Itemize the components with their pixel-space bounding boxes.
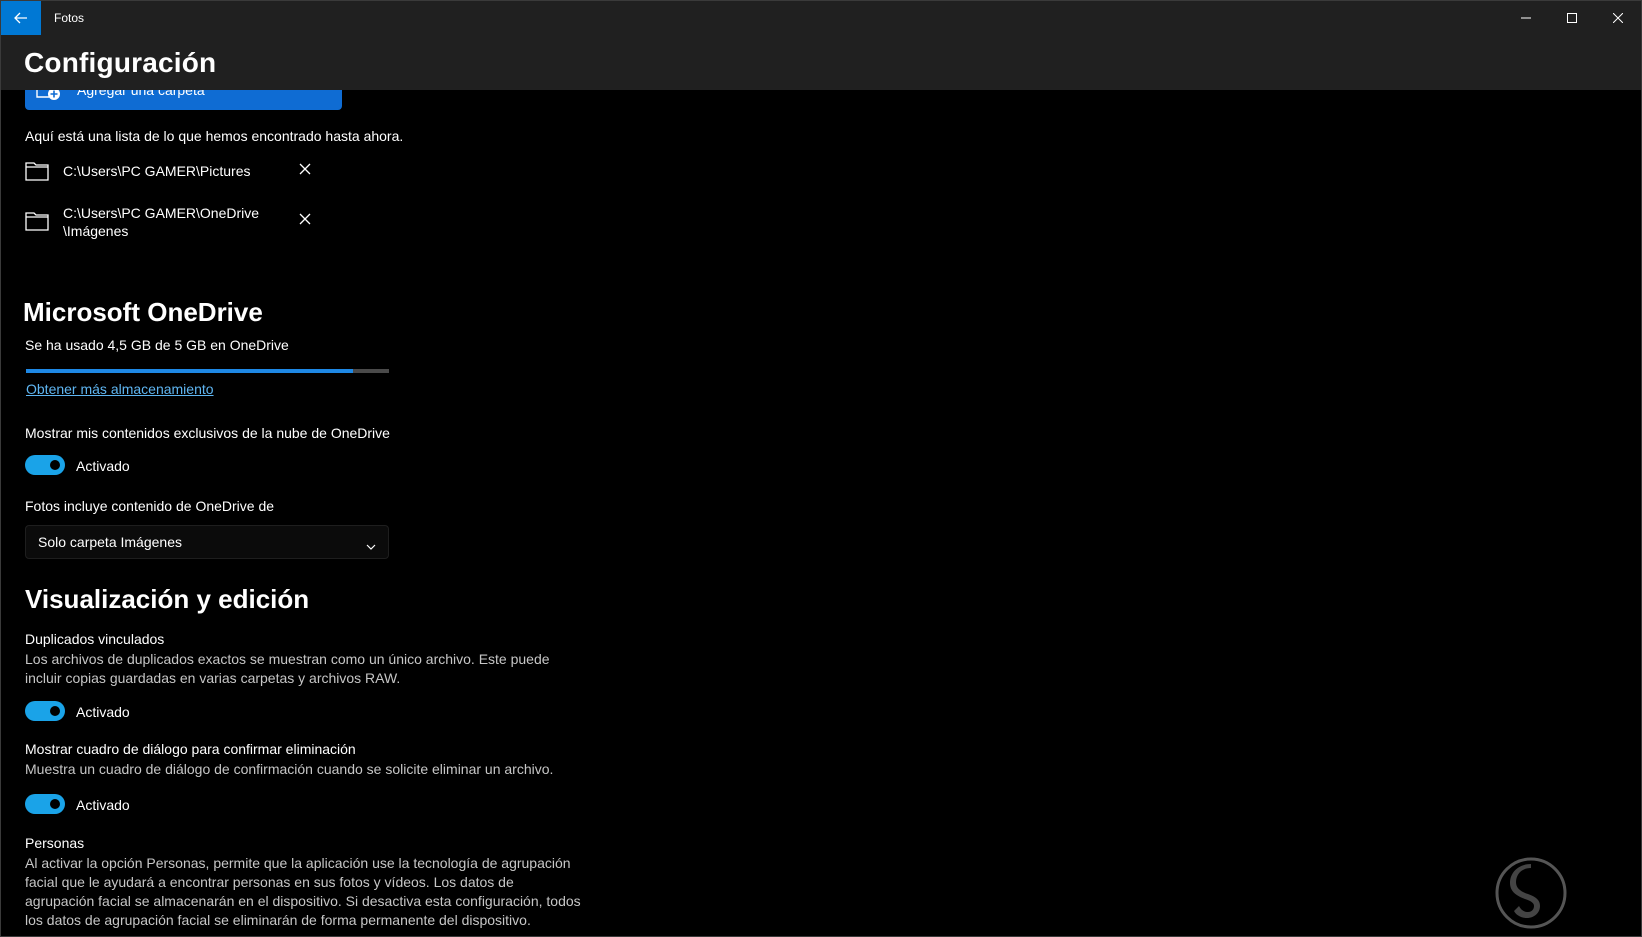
folders-intro: Aquí está una lista de lo que hemos enco… (25, 128, 404, 144)
get-more-storage-link[interactable]: Obtener más almacenamiento (26, 381, 214, 397)
chevron-down-icon (366, 537, 376, 555)
remove-folder-button[interactable] (295, 209, 315, 229)
watermark-logo (1494, 856, 1568, 930)
minimize-icon (1521, 17, 1531, 19)
confirm-delete-toggle[interactable] (25, 794, 65, 814)
description-line: incluir copias guardadas en varias carpe… (25, 670, 401, 686)
duplicates-title: Duplicados vinculados (25, 631, 165, 647)
description-line: los datos de agrupación facial se elimin… (25, 912, 531, 928)
onedrive-heading: Microsoft OneDrive (23, 297, 263, 327)
viewing-heading: Visualización y edición (25, 584, 310, 614)
duplicates-description: Los archivos de duplicados exactos se mu… (25, 650, 585, 688)
cloud-only-label: Mostrar mis contenidos exclusivos de la … (25, 425, 390, 441)
page-title: Configuración (24, 47, 217, 78)
title-bar: Fotos (1, 1, 1641, 35)
app-window: Agregar una carpeta Aquí está una lista … (0, 0, 1642, 937)
close-icon (299, 213, 311, 225)
close-icon (299, 163, 311, 175)
remove-folder-button[interactable] (295, 159, 315, 179)
folder-icon (25, 161, 49, 186)
page-header: Configuración (1, 35, 1641, 90)
toggle-knob (50, 706, 60, 716)
onedrive-source-dropdown[interactable]: Solo carpeta Imágenes (25, 525, 389, 559)
description-line: Los archivos de duplicados exactos se mu… (25, 651, 550, 667)
cloud-only-toggle[interactable] (25, 455, 65, 475)
folder-icon (25, 211, 49, 236)
duplicates-toggle[interactable] (25, 701, 65, 721)
back-button[interactable] (1, 1, 41, 35)
people-title: Personas (25, 835, 85, 851)
description-line: agrupación facial se almacenarán en el d… (25, 893, 581, 909)
folder-path: C:\Users\PC GAMER\OneDrive (63, 205, 260, 221)
onedrive-usage-fill (26, 369, 353, 373)
cloud-only-state: Activado (76, 458, 130, 474)
app-title: Fotos (54, 11, 85, 25)
duplicates-state: Activado (76, 704, 130, 720)
close-button[interactable] (1595, 1, 1641, 35)
minimize-button[interactable] (1503, 1, 1549, 35)
onedrive-usage-text: Se ha usado 4,5 GB de 5 GB en OneDrive (25, 337, 289, 353)
dropdown-value: Solo carpeta Imágenes (38, 534, 182, 550)
close-icon (1613, 13, 1623, 23)
description-line: Al activar la opción Personas, permite q… (25, 855, 571, 871)
description-line: facial que le ayudará a encontrar person… (25, 874, 514, 890)
description-line: Muestra un cuadro de diálogo de confirma… (25, 761, 554, 777)
back-arrow-icon (14, 12, 27, 24)
confirm-delete-title: Mostrar cuadro de diálogo para confirmar… (25, 741, 356, 757)
folder-path-continued: \Imágenes (63, 223, 129, 239)
people-description: Al activar la opción Personas, permite q… (25, 854, 585, 930)
maximize-icon (1567, 13, 1577, 23)
settings-content: Agregar una carpeta Aquí está una lista … (1, 1, 1641, 936)
window-controls (1503, 1, 1641, 35)
confirm-delete-state: Activado (76, 797, 130, 813)
maximize-button[interactable] (1549, 1, 1595, 35)
confirm-delete-description: Muestra un cuadro de diálogo de confirma… (25, 760, 585, 779)
folder-path: C:\Users\PC GAMER\Pictures (63, 163, 251, 179)
onedrive-usage-bar (26, 369, 389, 373)
toggle-knob (50, 460, 60, 470)
onedrive-source-label: Fotos incluye contenido de OneDrive de (25, 498, 275, 514)
toggle-knob (50, 799, 60, 809)
